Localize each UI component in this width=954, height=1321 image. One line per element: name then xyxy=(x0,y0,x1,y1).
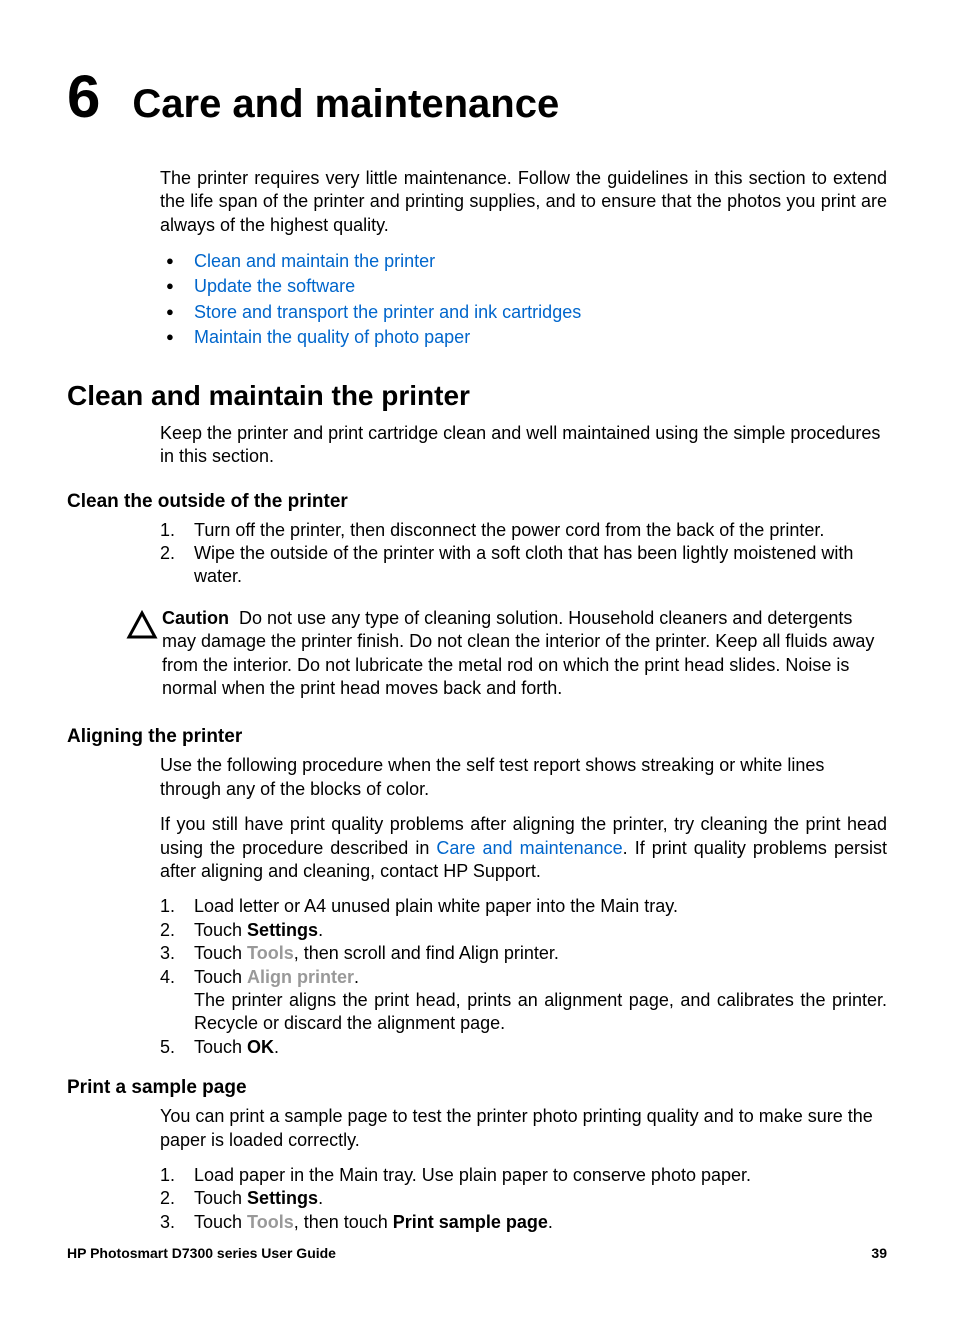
subsection-heading-sample-page: Print a sample page xyxy=(67,1077,887,1099)
list-item: 1. Load letter or A4 unused plain white p… xyxy=(160,895,887,918)
caution-note: Caution Do not use any type of cleaning … xyxy=(126,607,887,701)
footer-guide-title: HP Photosmart D7300 series User Guide xyxy=(67,1245,336,1261)
step-text: Load letter or A4 unused plain white pap… xyxy=(194,896,678,916)
ui-label-ok: OK xyxy=(247,1037,274,1057)
step-text-fragment: , then touch xyxy=(294,1212,393,1232)
section-heading-clean-maintain: Clean and maintain the printer xyxy=(67,380,887,412)
footer-page-number: 39 xyxy=(871,1245,887,1261)
list-item: 2. Touch Settings. xyxy=(160,919,887,942)
toc-list: Clean and maintain the printer Update th… xyxy=(160,249,887,350)
ui-label-settings: Settings xyxy=(247,920,318,940)
list-number: 2. xyxy=(160,1187,175,1210)
align-paragraph-1: Use the following procedure when the sel… xyxy=(160,754,887,801)
list-item: 4. Touch Align printer. The printer align… xyxy=(160,966,887,1036)
step-text-fragment: Touch xyxy=(194,1188,247,1208)
care-maintenance-link[interactable]: Care and maintenance xyxy=(436,838,622,858)
step-text-fragment: , then scroll and find Align printer. xyxy=(294,943,559,963)
caution-body: Do not use any type of cleaning solution… xyxy=(162,608,874,698)
chapter-header: 6 Care and maintenance xyxy=(67,67,887,127)
sample-steps: 1. Load paper in the Main tray. Use plain… xyxy=(160,1164,887,1234)
toc-link[interactable]: Update the software xyxy=(194,276,355,296)
caution-icon xyxy=(126,609,158,646)
toc-item: Store and transport the printer and ink … xyxy=(160,300,887,325)
ui-label-tools: Tools xyxy=(247,1212,294,1232)
caution-text: Caution Do not use any type of cleaning … xyxy=(162,607,887,701)
step-text-fragment: . xyxy=(318,1188,323,1208)
intro-paragraph: The printer requires very little mainten… xyxy=(160,167,887,237)
step-text-fragment: Touch xyxy=(194,1037,247,1057)
list-item: 2. Touch Settings. xyxy=(160,1187,887,1210)
ui-label-settings: Settings xyxy=(247,1188,318,1208)
toc-link[interactable]: Maintain the quality of photo paper xyxy=(194,327,470,347)
clean-outside-steps: 1. Turn off the printer, then disconnect … xyxy=(160,519,887,589)
list-number: 1. xyxy=(160,519,175,542)
section-text: Keep the printer and print cartridge cle… xyxy=(160,422,887,469)
step-text-fragment: . xyxy=(274,1037,279,1057)
list-item: 3. Touch Tools, then touch Print sample p… xyxy=(160,1211,887,1234)
caution-label: Caution xyxy=(162,608,229,628)
step-text-fragment: . xyxy=(354,967,359,987)
toc-item: Update the software xyxy=(160,274,887,299)
list-item: 1. Load paper in the Main tray. Use plain… xyxy=(160,1164,887,1187)
step-text: Turn off the printer, then disconnect th… xyxy=(194,520,824,540)
toc-link[interactable]: Clean and maintain the printer xyxy=(194,251,435,271)
list-item: 5. Touch OK. xyxy=(160,1036,887,1059)
list-number: 3. xyxy=(160,942,175,965)
step-text-fragment: Touch xyxy=(194,1212,247,1232)
list-number: 5. xyxy=(160,1036,175,1059)
list-number: 1. xyxy=(160,895,175,918)
chapter-title: Care and maintenance xyxy=(132,82,559,126)
chapter-number: 6 xyxy=(67,67,100,127)
step-text-fragment: Touch xyxy=(194,920,247,940)
list-number: 3. xyxy=(160,1211,175,1234)
step-subtext: The printer aligns the print head, print… xyxy=(194,989,887,1036)
step-text-fragment: Touch xyxy=(194,943,247,963)
step-text: Wipe the outside of the printer with a s… xyxy=(194,543,853,586)
list-number: 2. xyxy=(160,919,175,942)
step-text-fragment: Touch xyxy=(194,967,247,987)
toc-item: Clean and maintain the printer xyxy=(160,249,887,274)
sample-paragraph: You can print a sample page to test the … xyxy=(160,1105,887,1152)
subsection-heading-aligning: Aligning the printer xyxy=(67,726,887,748)
align-paragraph-2: If you still have print quality problems… xyxy=(160,813,887,883)
list-item: 2. Wipe the outside of the printer with a… xyxy=(160,542,887,589)
ui-label-tools: Tools xyxy=(247,943,294,963)
align-steps: 1. Load letter or A4 unused plain white p… xyxy=(160,895,887,1059)
page-footer: HP Photosmart D7300 series User Guide 39 xyxy=(67,1245,887,1261)
list-item: 1. Turn off the printer, then disconnect … xyxy=(160,519,887,542)
list-item: 3. Touch Tools, then scroll and find Alig… xyxy=(160,942,887,965)
toc-item: Maintain the quality of photo paper xyxy=(160,325,887,350)
list-number: 4. xyxy=(160,966,175,989)
list-number: 2. xyxy=(160,542,175,565)
ui-label-print-sample: Print sample page xyxy=(393,1212,548,1232)
step-text-fragment: . xyxy=(318,920,323,940)
list-number: 1. xyxy=(160,1164,175,1187)
step-text: Load paper in the Main tray. Use plain p… xyxy=(194,1165,751,1185)
toc-link[interactable]: Store and transport the printer and ink … xyxy=(194,302,581,322)
subsection-heading-clean-outside: Clean the outside of the printer xyxy=(67,491,887,513)
ui-label-align-printer: Align printer xyxy=(247,967,354,987)
step-text-fragment: . xyxy=(548,1212,553,1232)
